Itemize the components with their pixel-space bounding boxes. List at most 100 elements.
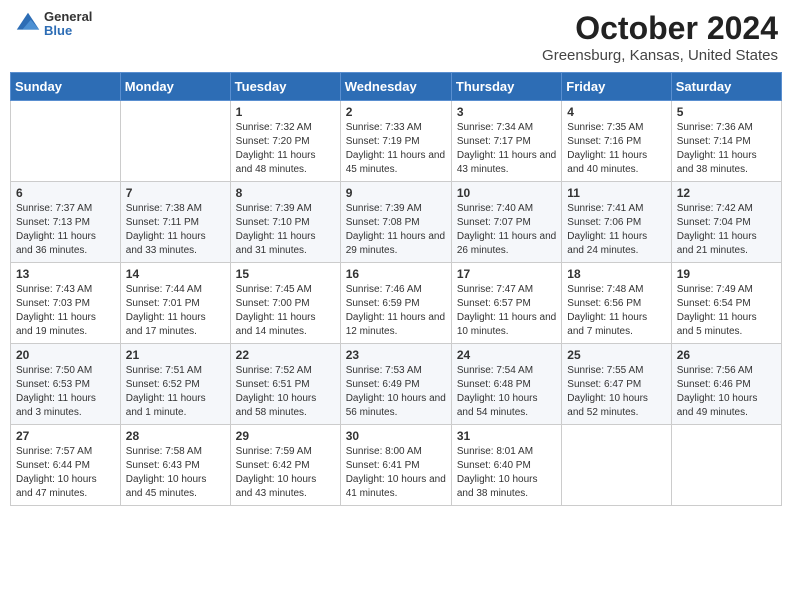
col-header-saturday: Saturday — [671, 73, 781, 101]
day-info: Sunrise: 7:53 AMSunset: 6:49 PMDaylight:… — [346, 364, 446, 420]
day-cell: 17Sunrise: 7:47 AMSunset: 6:57 PMDayligh… — [451, 263, 561, 344]
day-cell: 10 Sunrise: 7:40 AMSunset: 7:07 PMDayligh… — [451, 182, 561, 263]
week-row-5: 27Sunrise: 7:57 AMSunset: 6:44 PMDayligh… — [11, 425, 782, 506]
week-row-4: 20 Sunrise: 7:50 AMSunset: 6:53 PMDayligh… — [11, 344, 782, 425]
week-row-1: 1 Sunrise: 7:32 AMSunset: 7:20 PMDaylight… — [11, 101, 782, 182]
calendar-header-row: SundayMondayTuesdayWednesdayThursdayFrid… — [11, 73, 782, 101]
day-number: 26 — [677, 348, 776, 362]
day-info: Sunrise: 7:44 AMSunset: 7:01 PMDaylight:… — [126, 283, 225, 339]
day-number: 16 — [346, 267, 446, 281]
day-cell: 28 Sunrise: 7:58 AMSunset: 6:43 PMDayligh… — [120, 425, 230, 506]
day-cell — [11, 101, 121, 182]
day-number: 19 — [677, 267, 776, 281]
day-info: Sunrise: 7:50 AMSunset: 6:53 PMDaylight:… — [16, 364, 115, 420]
day-number: 20 — [16, 348, 115, 362]
col-header-sunday: Sunday — [11, 73, 121, 101]
day-cell: 26 Sunrise: 7:56 AMSunset: 6:46 PMDayligh… — [671, 344, 781, 425]
day-info: Sunrise: 7:39 AMSunset: 7:08 PMDaylight:… — [346, 202, 446, 258]
day-number: 4 — [567, 105, 665, 119]
day-info: Sunrise: 7:58 AMSunset: 6:43 PMDaylight:… — [126, 445, 225, 501]
page-header: General Blue October 2024 Greensburg, Ka… — [10, 10, 782, 64]
day-number: 29 — [236, 429, 335, 443]
day-cell: 1 Sunrise: 7:32 AMSunset: 7:20 PMDaylight… — [230, 101, 340, 182]
day-info: Sunrise: 8:00 AMSunset: 6:41 PMDaylight:… — [346, 445, 446, 501]
day-info: Sunrise: 7:32 AMSunset: 7:20 PMDaylight:… — [236, 121, 335, 177]
day-cell: 30 Sunrise: 8:00 AMSunset: 6:41 PMDayligh… — [340, 425, 451, 506]
col-header-tuesday: Tuesday — [230, 73, 340, 101]
day-info: Sunrise: 7:47 AMSunset: 6:57 PMDaylight:… — [457, 283, 556, 339]
day-number: 30 — [346, 429, 446, 443]
day-number: 18 — [567, 267, 665, 281]
day-cell: 4 Sunrise: 7:35 AMSunset: 7:16 PMDaylight… — [562, 101, 671, 182]
week-row-3: 13 Sunrise: 7:43 AMSunset: 7:03 PMDayligh… — [11, 263, 782, 344]
day-cell: 18 Sunrise: 7:48 AMSunset: 6:56 PMDayligh… — [562, 263, 671, 344]
day-info: Sunrise: 7:45 AMSunset: 7:00 PMDaylight:… — [236, 283, 335, 339]
day-cell: 6 Sunrise: 7:37 AMSunset: 7:13 PMDaylight… — [11, 182, 121, 263]
day-cell: 13 Sunrise: 7:43 AMSunset: 7:03 PMDayligh… — [11, 263, 121, 344]
day-cell — [562, 425, 671, 506]
day-info: Sunrise: 7:55 AMSunset: 6:47 PMDaylight:… — [567, 364, 665, 420]
day-cell: 5Sunrise: 7:36 AMSunset: 7:14 PMDaylight… — [671, 101, 781, 182]
day-info: Sunrise: 7:35 AMSunset: 7:16 PMDaylight:… — [567, 121, 665, 177]
day-number: 14 — [126, 267, 225, 281]
day-info: Sunrise: 7:52 AMSunset: 6:51 PMDaylight:… — [236, 364, 335, 420]
day-number: 1 — [236, 105, 335, 119]
day-number: 23 — [346, 348, 446, 362]
day-info: Sunrise: 7:43 AMSunset: 7:03 PMDaylight:… — [16, 283, 115, 339]
day-cell: 31Sunrise: 8:01 AMSunset: 6:40 PMDayligh… — [451, 425, 561, 506]
day-cell: 22 Sunrise: 7:52 AMSunset: 6:51 PMDayligh… — [230, 344, 340, 425]
day-number: 10 — [457, 186, 556, 200]
day-number: 25 — [567, 348, 665, 362]
day-info: Sunrise: 7:40 AMSunset: 7:07 PMDaylight:… — [457, 202, 556, 258]
calendar-table: SundayMondayTuesdayWednesdayThursdayFrid… — [10, 72, 782, 506]
day-cell: 9 Sunrise: 7:39 AMSunset: 7:08 PMDaylight… — [340, 182, 451, 263]
title-block: October 2024 Greensburg, Kansas, United … — [542, 10, 778, 64]
day-cell: 20 Sunrise: 7:50 AMSunset: 6:53 PMDayligh… — [11, 344, 121, 425]
day-cell: 29 Sunrise: 7:59 AMSunset: 6:42 PMDayligh… — [230, 425, 340, 506]
day-info: Sunrise: 7:33 AMSunset: 7:19 PMDaylight:… — [346, 121, 446, 177]
logo-general: General — [44, 10, 92, 24]
day-number: 21 — [126, 348, 225, 362]
day-info: Sunrise: 7:56 AMSunset: 6:46 PMDaylight:… — [677, 364, 776, 420]
day-cell: 16 Sunrise: 7:46 AMSunset: 6:59 PMDayligh… — [340, 263, 451, 344]
day-cell: 23 Sunrise: 7:53 AMSunset: 6:49 PMDayligh… — [340, 344, 451, 425]
day-info: Sunrise: 7:41 AMSunset: 7:06 PMDaylight:… — [567, 202, 665, 258]
day-info: Sunrise: 7:49 AMSunset: 6:54 PMDaylight:… — [677, 283, 776, 339]
day-info: Sunrise: 7:48 AMSunset: 6:56 PMDaylight:… — [567, 283, 665, 339]
day-info: Sunrise: 7:51 AMSunset: 6:52 PMDaylight:… — [126, 364, 225, 420]
day-info: Sunrise: 7:46 AMSunset: 6:59 PMDaylight:… — [346, 283, 446, 339]
day-number: 22 — [236, 348, 335, 362]
logo-text: General Blue — [44, 10, 92, 39]
day-number: 28 — [126, 429, 225, 443]
logo-icon — [14, 10, 42, 38]
col-header-monday: Monday — [120, 73, 230, 101]
day-cell: 12 Sunrise: 7:42 AMSunset: 7:04 PMDayligh… — [671, 182, 781, 263]
day-info: Sunrise: 7:54 AMSunset: 6:48 PMDaylight:… — [457, 364, 556, 420]
day-cell: 8Sunrise: 7:39 AMSunset: 7:10 PMDaylight… — [230, 182, 340, 263]
col-header-friday: Friday — [562, 73, 671, 101]
day-cell: 24 Sunrise: 7:54 AMSunset: 6:48 PMDayligh… — [451, 344, 561, 425]
day-number: 2 — [346, 105, 446, 119]
day-number: 11 — [567, 186, 665, 200]
day-number: 9 — [346, 186, 446, 200]
day-cell: 25 Sunrise: 7:55 AMSunset: 6:47 PMDayligh… — [562, 344, 671, 425]
page-subtitle: Greensburg, Kansas, United States — [542, 47, 778, 64]
day-number: 24 — [457, 348, 556, 362]
day-number: 6 — [16, 186, 115, 200]
day-cell — [120, 101, 230, 182]
day-number: 5 — [677, 105, 776, 119]
day-number: 12 — [677, 186, 776, 200]
day-cell: 21 Sunrise: 7:51 AMSunset: 6:52 PMDayligh… — [120, 344, 230, 425]
day-info: Sunrise: 7:42 AMSunset: 7:04 PMDaylight:… — [677, 202, 776, 258]
day-cell: 11 Sunrise: 7:41 AMSunset: 7:06 PMDayligh… — [562, 182, 671, 263]
day-cell: 2 Sunrise: 7:33 AMSunset: 7:19 PMDaylight… — [340, 101, 451, 182]
day-number: 7 — [126, 186, 225, 200]
day-info: Sunrise: 7:59 AMSunset: 6:42 PMDaylight:… — [236, 445, 335, 501]
day-cell: 14 Sunrise: 7:44 AMSunset: 7:01 PMDayligh… — [120, 263, 230, 344]
day-info: Sunrise: 7:37 AMSunset: 7:13 PMDaylight:… — [16, 202, 115, 258]
day-cell: 15Sunrise: 7:45 AMSunset: 7:00 PMDayligh… — [230, 263, 340, 344]
day-number: 27 — [16, 429, 115, 443]
day-number: 13 — [16, 267, 115, 281]
day-info: Sunrise: 7:39 AMSunset: 7:10 PMDaylight:… — [236, 202, 335, 258]
week-row-2: 6 Sunrise: 7:37 AMSunset: 7:13 PMDaylight… — [11, 182, 782, 263]
